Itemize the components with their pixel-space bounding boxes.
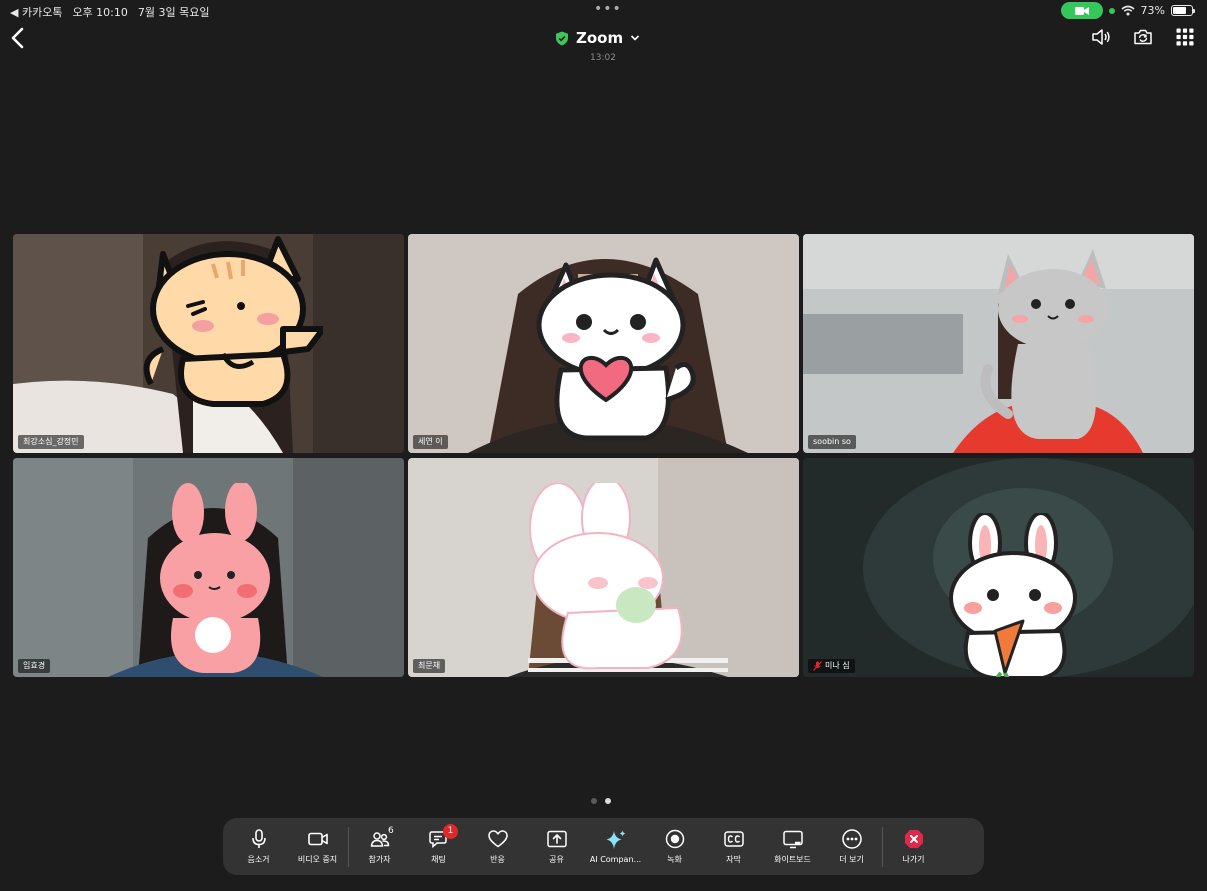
speaker-button[interactable] <box>1091 27 1111 47</box>
share-label: 공유 <box>549 855 564 864</box>
more-button[interactable]: 더 보기 <box>822 821 881 873</box>
gray-cat-avatar-filter <box>980 249 1108 439</box>
page-indicator <box>591 798 611 804</box>
ai-companion-label: AI Compan... <box>589 855 642 864</box>
leave-button[interactable]: 나가기 <box>884 821 943 873</box>
video-camera-icon <box>1074 6 1089 15</box>
toolbar-divider <box>348 826 349 867</box>
participant-name: soobin so <box>813 437 851 446</box>
clock: 오후 10:10 <box>72 6 128 19</box>
toolbar-divider <box>882 826 883 867</box>
more-label: 더 보기 <box>839 855 864 864</box>
meeting-elapsed-time: 13:02 <box>590 53 616 63</box>
captions-button[interactable]: 자막 <box>704 821 763 873</box>
chevron-left-icon <box>11 27 24 49</box>
status-left: ◀ 카카오톡 오후 10:10 7월 3일 목요일 <box>10 4 209 20</box>
captions-label: 자막 <box>726 855 741 864</box>
share-screen-icon <box>546 830 567 848</box>
closed-captions-icon <box>723 831 744 847</box>
gallery-view-button[interactable] <box>1175 27 1195 47</box>
speaker-icon <box>1092 29 1110 45</box>
back-button[interactable] <box>8 26 30 50</box>
white-cat-avatar-filter <box>536 257 696 441</box>
camera-in-use-indicator <box>1060 2 1103 19</box>
microphone-icon <box>251 829 266 848</box>
meeting-toolbar: 음소거 비디오 중지 6 참가자 1 채팅 반응 공유 AI Compan...… <box>223 818 984 875</box>
participant-name-tag: 최문채 <box>413 659 446 673</box>
video-tile[interactable]: soobin so <box>803 234 1194 453</box>
battery-fill <box>1173 7 1187 14</box>
react-button[interactable]: 반응 <box>468 821 527 873</box>
record-button[interactable]: 녹화 <box>645 821 704 873</box>
status-right: 73% <box>1060 2 1195 19</box>
chevron-down-icon <box>631 35 640 41</box>
react-label: 반응 <box>490 855 505 864</box>
mute-button[interactable]: 음소거 <box>229 821 288 873</box>
white-bunny-avatar-filter <box>529 483 683 670</box>
leave-label: 나가기 <box>902 855 925 864</box>
participant-name: 최문채 <box>418 661 441 670</box>
switch-camera-button[interactable] <box>1133 27 1153 47</box>
date: 7월 3일 목요일 <box>137 6 210 19</box>
video-tile[interactable]: 미나 심 <box>803 458 1194 677</box>
participant-name-tag: 세연 이 <box>413 435 448 449</box>
battery-icon <box>1171 5 1195 16</box>
header-actions <box>1091 27 1195 47</box>
participant-name: 미나 심 <box>825 661 850 670</box>
video-camera-icon <box>307 832 328 846</box>
chat-button[interactable]: 1 채팅 <box>409 821 468 873</box>
stop-video-label: 비디오 중지 <box>297 855 338 864</box>
participant-name-tag: 미나 심 <box>808 659 855 673</box>
camera-switch-icon <box>1134 29 1152 45</box>
page-dot-2-current[interactable] <box>605 798 611 804</box>
participants-label: 참가자 <box>368 855 391 864</box>
share-button[interactable]: 공유 <box>527 821 586 873</box>
mute-label: 음소거 <box>247 855 270 864</box>
participant-name-tag: 임효경 <box>18 659 51 673</box>
whiteboard-icon <box>782 830 803 849</box>
heart-icon <box>487 830 508 848</box>
video-tile[interactable]: 최강소심_강정민 <box>13 234 404 453</box>
muted-microphone-icon <box>813 661 822 671</box>
sparkle-icon <box>606 830 625 849</box>
battery-percent: 73% <box>1140 4 1165 17</box>
video-tile[interactable]: 임효경 <box>13 458 404 677</box>
wifi-icon <box>1121 5 1135 16</box>
video-tile[interactable]: 최문채 <box>408 458 799 677</box>
shield-check-icon <box>556 31 568 45</box>
whiteboard-button[interactable]: 화이트보드 <box>763 821 822 873</box>
participant-name-tag: 최강소심_강정민 <box>18 435 84 449</box>
meeting-title: Zoom <box>576 29 624 47</box>
whiteboard-label: 화이트보드 <box>774 855 811 864</box>
chat-label: 채팅 <box>431 855 446 864</box>
unread-chat-badge: 1 <box>443 823 458 839</box>
bunny-with-carrot-avatar-filter <box>949 513 1077 677</box>
ai-companion-button[interactable]: AI Compan... <box>586 821 645 873</box>
participants-button[interactable]: 6 참가자 <box>350 821 409 873</box>
video-tile-active-speaker[interactable]: 세연 이 <box>408 234 799 453</box>
grid-icon <box>1176 28 1194 46</box>
status-bar: ◀ 카카오톡 오후 10:10 7월 3일 목요일 ••• 73% <box>0 0 1207 22</box>
cat-avatar-filter <box>143 236 323 407</box>
participant-name: 최강소심_강정민 <box>23 437 79 446</box>
pink-bunny-avatar-filter <box>160 483 270 673</box>
more-dots-icon <box>841 829 862 849</box>
stop-video-button[interactable]: 비디오 중지 <box>288 821 347 873</box>
record-icon <box>665 829 684 849</box>
participant-name: 임효경 <box>23 661 46 670</box>
back-to-app-link[interactable]: ◀ 카카오톡 <box>10 4 62 20</box>
multitasking-dots-icon[interactable]: ••• <box>594 2 622 16</box>
privacy-indicator-dot <box>1108 7 1115 14</box>
participants-count: 6 <box>388 825 394 836</box>
participant-name-tag: soobin so <box>808 435 856 449</box>
record-label: 녹화 <box>667 855 682 864</box>
leave-x-icon <box>904 830 923 848</box>
meeting-info-button[interactable]: Zoom <box>555 29 640 47</box>
participant-name: 세연 이 <box>418 437 443 446</box>
page-dot-1[interactable] <box>591 798 597 804</box>
